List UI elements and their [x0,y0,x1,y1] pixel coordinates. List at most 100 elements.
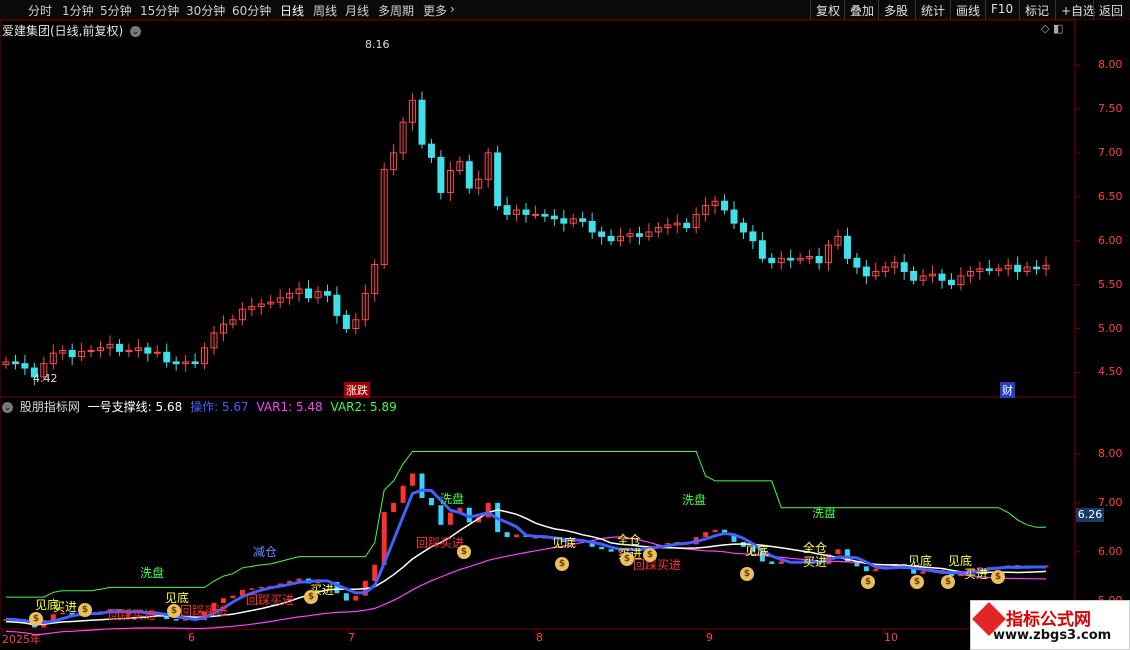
upper-y-tick: 8.00 [1098,58,1123,72]
toolbar-button-0[interactable]: 复权 [810,0,845,20]
lower-candle [239,589,245,596]
date-tick: 7 [348,631,355,644]
candle-body [2,361,10,366]
date-tick: 9 [706,631,713,644]
candle-body [664,224,672,229]
candle-body [825,244,833,264]
period-tab-4[interactable]: 30分钟 [186,2,225,19]
watermark-url: www.zbgs3.com [993,628,1112,643]
signal-label-mairu: 买进 [964,567,989,581]
lower-candle [911,568,917,574]
lower-candle [22,620,28,623]
candle-body [796,257,804,261]
candle-body [815,256,823,264]
money-bag-icon: $ [740,567,754,581]
toolbar-button-5[interactable]: F10 [985,0,1018,20]
toolbar-button-6[interactable]: 标记 [1019,0,1054,20]
candle-body [834,235,842,246]
period-tab-9[interactable]: 多周期 [378,2,414,19]
lower-candle [693,537,699,545]
candle-body [1014,264,1022,272]
candle-body [49,352,57,365]
candle-body [947,279,955,286]
candle-body [758,240,766,259]
line1-label: 一号支撑线: 5.68 [87,400,183,414]
candle-body [456,161,464,171]
candle-body [267,301,275,305]
money-bag-icon: $ [304,590,318,604]
lower-candle [447,512,453,525]
lower-candle [457,507,463,513]
period-tab-0[interactable]: 分时 [28,2,52,19]
candle-body [702,205,710,215]
candle-body [730,209,738,224]
period-tab-5[interactable]: 60分钟 [232,2,271,19]
candle-body [286,292,294,299]
stock-title: 爱建集团(日线,前复权) [2,24,124,38]
candle-body [806,256,814,259]
line3-label: VAR1: 5.48 [256,400,323,414]
date-tick: 6 [188,631,195,644]
lower-candle [854,561,860,567]
toolbar-button-4[interactable]: 画线 [950,0,985,20]
lower-candle [939,570,945,574]
period-tab-7[interactable]: 周线 [313,2,337,19]
indicator-name: 股朋指标网 [19,400,80,414]
candle-body [475,178,483,189]
toolbar-button-2[interactable]: 多股 [878,0,913,20]
lower-candle [372,564,378,582]
candle-body [248,306,256,310]
lower-candle [438,505,444,525]
candle-body [919,275,927,281]
indicator-menu-icon[interactable]: ⌄ [2,402,13,413]
candle-body [1004,264,1012,270]
money-bag-icon: $ [941,575,955,589]
lower-candle [98,611,104,613]
signal-label-xipan: 洗盘 [682,493,707,507]
chart-tools[interactable]: ◇ ◧ [1041,22,1063,35]
candle-body [910,270,918,281]
finance-tag[interactable]: 财 [1000,382,1015,398]
lower-candle [655,544,661,547]
lower-candle [495,502,501,533]
candle-body [163,351,171,363]
period-tab-2[interactable]: 5分钟 [100,2,132,19]
candle-body [494,152,502,207]
candle-body [172,361,180,365]
candle-body [134,347,142,351]
line2-label: 操作: 5.67 [190,400,249,414]
period-tab-3[interactable]: 15分钟 [140,2,179,19]
dropdown-circle-icon[interactable]: ⌄ [130,26,142,37]
period-tab-8[interactable]: 月线 [345,2,369,19]
more-arrow-icon[interactable]: › [450,2,455,16]
lower-candle [192,619,198,621]
candle-body [191,361,199,365]
money-bag-icon: $ [555,557,569,571]
lower-candle [892,563,898,567]
signal-label-huicai: 回踩买进 [633,558,682,572]
candle-body [976,268,984,272]
toolbar-button-1[interactable]: 叠加 [844,0,879,20]
candle-body [97,347,105,351]
toolbar-button-8[interactable]: 返回 [1093,0,1128,20]
candle-body [957,275,965,286]
lower-candle [50,614,56,621]
signal-label-mairu: 买进 [53,600,78,614]
event-tag[interactable]: 涨跌 [344,382,370,398]
lower-candle [844,549,850,562]
candle-body [182,361,190,365]
period-tab-6[interactable]: 日线 [280,2,304,19]
lower-candle [1034,566,1040,568]
lower-candle [428,497,434,506]
candle-body [588,220,596,233]
candle-body [484,152,492,180]
candle-body [929,273,937,277]
toolbar-button-3[interactable]: 统计 [915,0,950,20]
period-tab-1[interactable]: 1分钟 [62,2,94,19]
candle-body [635,233,643,237]
period-tab-10[interactable]: 更多 [423,2,447,19]
lower-candle [712,529,718,533]
lower-candle [608,549,614,552]
lower-candle [523,534,529,538]
candle-body [721,200,729,211]
